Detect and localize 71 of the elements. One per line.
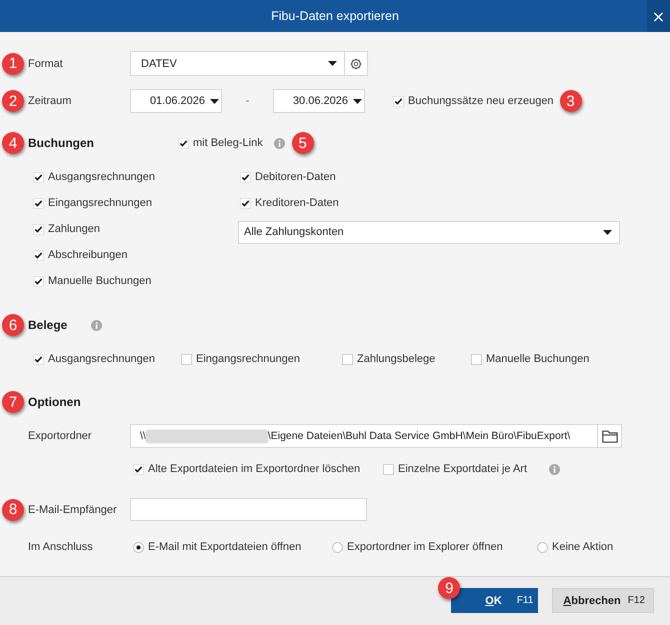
- section-heading: Buchungen: [28, 136, 94, 150]
- radio-label: Exportordner im Explorer öffnen: [347, 541, 503, 553]
- callout-badge: 7: [2, 391, 24, 413]
- caret-icon: [603, 230, 612, 234]
- checkbox[interactable]: [33, 224, 44, 234]
- callout-badge: 1: [2, 52, 24, 74]
- checkbox-label: Alte Exportdateien im Exportordner löschen: [148, 463, 360, 475]
- radio-button[interactable]: [537, 542, 548, 552]
- callout-badge: 8: [2, 498, 24, 520]
- caret-icon: [353, 98, 362, 104]
- checkbox-label: Abschreibungen: [48, 249, 128, 261]
- callout-badge: 5: [292, 132, 314, 154]
- checkbox-label: Manuelle Buchungen: [486, 353, 590, 365]
- checkbox[interactable]: [33, 198, 44, 208]
- folder-icon: [602, 430, 618, 442]
- field-label: Zeitraum: [28, 95, 72, 107]
- checkbox-label: Einzelne Exportdatei je Art: [398, 463, 528, 475]
- callout-badge: 2: [2, 90, 24, 112]
- checkbox[interactable]: [240, 172, 251, 182]
- checkbox-label: Zahlungsbelege: [357, 353, 436, 365]
- section-heading: Belege: [28, 318, 68, 332]
- checkbox[interactable]: [33, 250, 44, 260]
- radio-button[interactable]: [332, 542, 343, 552]
- callout-badge: 6: [2, 314, 24, 336]
- checkbox[interactable]: [342, 354, 353, 364]
- checkbox[interactable]: [383, 464, 394, 474]
- checkbox-label: Debitoren-Daten: [255, 171, 336, 183]
- email-input[interactable]: [130, 498, 367, 521]
- settings-button[interactable]: [345, 51, 368, 76]
- field-label: E-Mail-Empfänger: [28, 504, 117, 516]
- date-picker[interactable]: 30.06.2026: [273, 89, 365, 113]
- callout-badge: 3: [560, 90, 582, 112]
- radio-button[interactable]: [133, 542, 144, 552]
- radio-label: Keine Aktion: [552, 541, 614, 553]
- radio-label: E-Mail mit Exportdateien öffnen: [148, 541, 302, 553]
- field-label: Format: [28, 58, 63, 70]
- checkbox-label: Eingangsrechnungen: [48, 197, 152, 209]
- browse-button[interactable]: [598, 424, 622, 448]
- checkbox[interactable]: [178, 138, 189, 148]
- checkbox[interactable]: [33, 276, 44, 286]
- callout-badge: 9: [438, 577, 460, 599]
- checkbox[interactable]: [471, 354, 482, 364]
- section-heading: Optionen: [28, 395, 81, 409]
- checkbox[interactable]: [240, 198, 251, 208]
- checkbox[interactable]: [33, 354, 44, 364]
- caret-icon: [210, 98, 219, 104]
- export-folder-field[interactable]: \\ \Eigene Dateien\Buhl Data Service GmbH\Mein Büro\FibuExport\: [130, 424, 598, 448]
- window-title: Fibu-Daten exportieren: [270, 9, 400, 23]
- field-label: Im Anschluss: [28, 541, 93, 553]
- checkbox-label: mit Beleg-Link: [193, 137, 263, 149]
- close-button[interactable]: ×: [647, 0, 670, 32]
- checkbox-label: Ausgangsrechnungen: [48, 171, 156, 183]
- callout-badge: 4: [2, 132, 24, 154]
- checkbox-label: Ausgangsrechnungen: [48, 353, 156, 365]
- format-dropdown[interactable]: DATEV: [130, 51, 345, 76]
- date-picker[interactable]: 01.06.2026: [130, 89, 222, 113]
- gear-icon: [349, 56, 363, 70]
- caret-icon: [328, 61, 337, 66]
- checkbox-label: Zahlungen: [48, 223, 100, 235]
- checkbox[interactable]: [393, 96, 404, 106]
- checkbox[interactable]: [133, 464, 144, 474]
- checkbox-label: Eingangsrechnungen: [196, 353, 300, 365]
- range-separator: -: [244, 95, 250, 107]
- checkbox[interactable]: [33, 172, 44, 182]
- checkbox[interactable]: [181, 354, 192, 364]
- checkbox-label: Manuelle Buchungen: [48, 275, 152, 287]
- accounts-dropdown[interactable]: Alle Zahlungskonten: [238, 220, 620, 244]
- checkbox-label: Kreditoren-Daten: [255, 197, 339, 209]
- field-label: Exportordner: [28, 430, 92, 442]
- cancel-button[interactable]: Abbrechen F12: [552, 588, 654, 613]
- checkbox-label: Buchungssätze neu erzeugen: [408, 95, 554, 107]
